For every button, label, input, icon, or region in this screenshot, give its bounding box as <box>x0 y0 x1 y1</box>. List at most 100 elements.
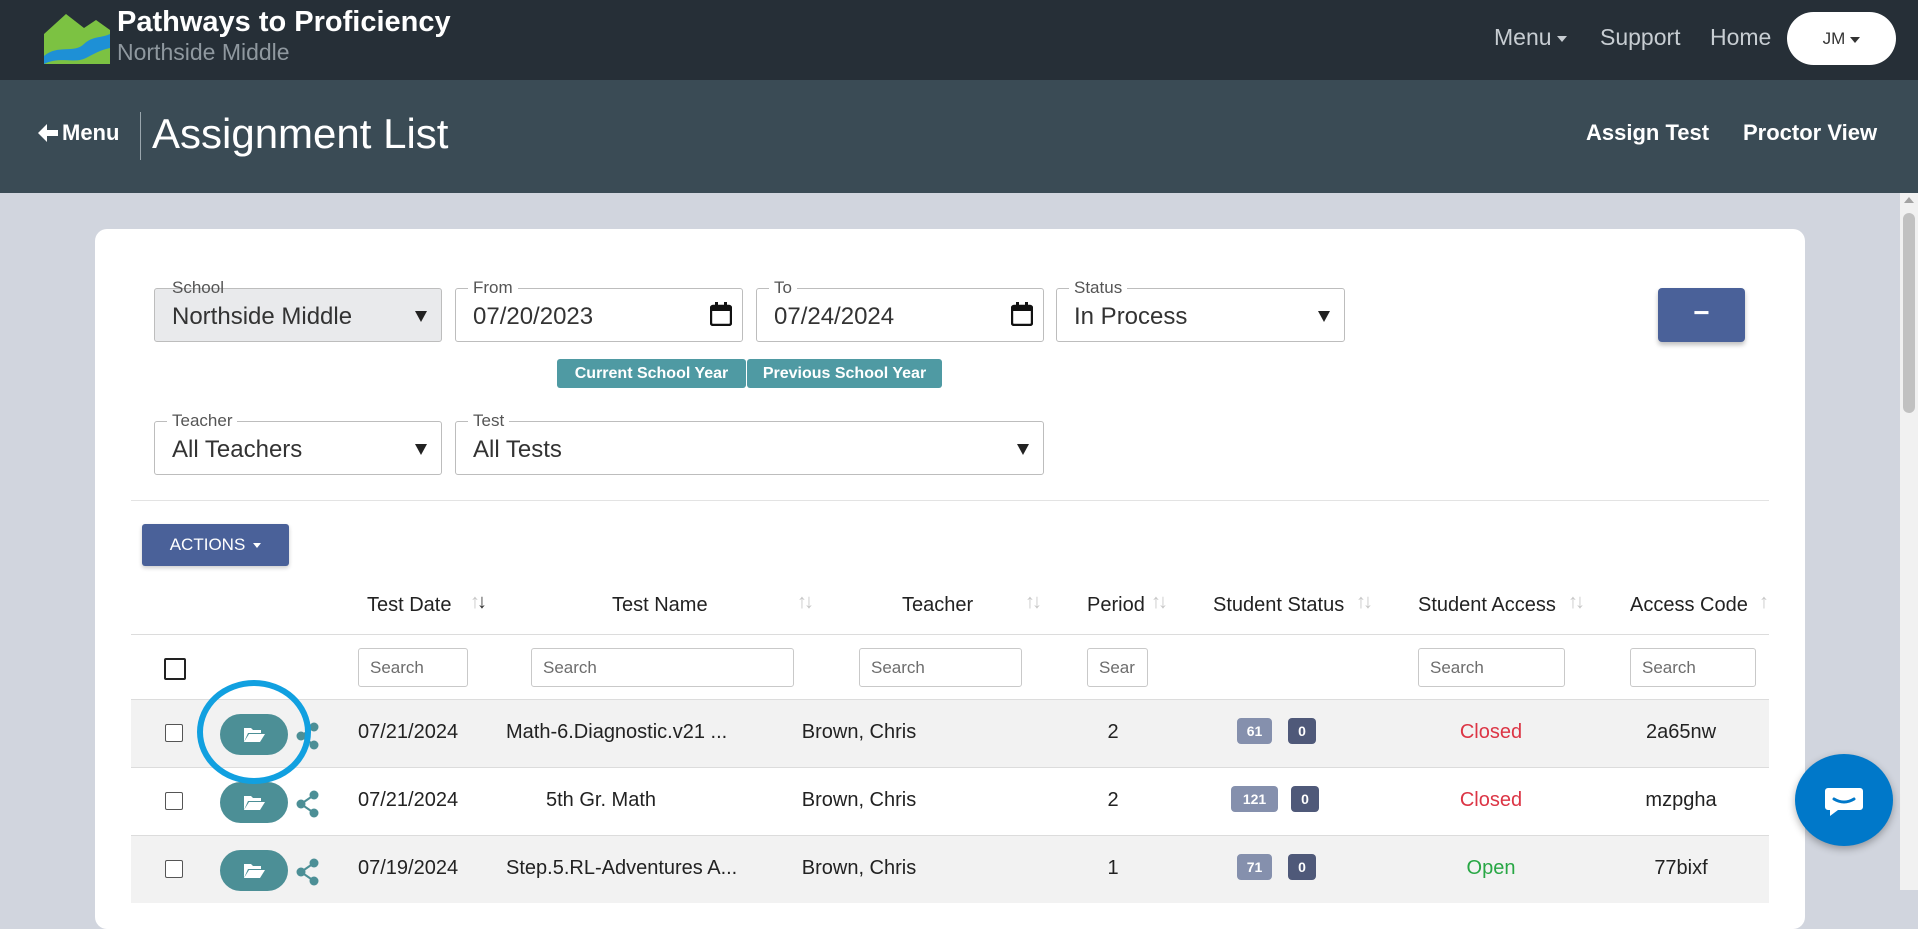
dropdown-arrow-icon <box>1318 311 1330 322</box>
from-value: 07/20/2023 <box>473 303 594 330</box>
student-count-badge[interactable]: 61 <box>1237 718 1272 744</box>
open-assignment-button[interactable] <box>220 850 288 891</box>
column-header-student-status[interactable]: Student Status <box>1213 594 1344 617</box>
column-header-period[interactable]: Period <box>1087 594 1145 617</box>
app-title[interactable]: Pathways to Proficiency <box>117 6 451 39</box>
period-cell: 2 <box>1107 721 1119 743</box>
caret-down-icon <box>1556 35 1567 42</box>
row-checkbox[interactable] <box>165 860 183 878</box>
sort-icon[interactable]: ↑↓ <box>1356 591 1373 614</box>
dropdown-arrow-icon <box>1017 444 1029 455</box>
header-divider <box>140 112 141 160</box>
status-select[interactable]: Status In Process <box>1056 279 1345 342</box>
page-title: Assignment List <box>152 110 449 157</box>
test-date-cell: 07/19/2024 <box>358 857 459 879</box>
calendar-icon[interactable] <box>1011 302 1033 326</box>
test-name-cell[interactable]: Math-6.Diagnostic.v21 ... <box>506 721 727 744</box>
test-value: All Tests <box>473 436 562 463</box>
sort-icon[interactable]: ↑↓ <box>797 591 814 614</box>
nav-menu-dropdown[interactable]: Menu <box>1494 24 1567 51</box>
open-assignment-button[interactable] <box>220 782 288 823</box>
student-flag-badge[interactable]: 0 <box>1291 786 1319 812</box>
collapse-filters-button[interactable]: − <box>1658 288 1745 342</box>
sort-icon[interactable]: ↑↓ <box>1151 591 1168 614</box>
column-header-test-date[interactable]: Test Date <box>367 594 451 617</box>
caret-down-icon <box>253 543 262 549</box>
actions-dropdown-button[interactable]: ACTIONS <box>142 524 289 566</box>
caret-down-icon <box>1850 36 1861 43</box>
table-row[interactable]: 07/21/2024 5th Gr. Math Brown, Chris 2 1… <box>131 767 1769 835</box>
back-menu-button[interactable]: Menu <box>38 120 119 146</box>
sort-icon[interactable]: ↑↓ <box>470 591 487 614</box>
row-checkbox[interactable] <box>165 792 183 810</box>
search-access-code-input[interactable]: Search <box>1630 648 1756 687</box>
search-teacher-input[interactable]: Search <box>859 648 1022 687</box>
student-flag-badge[interactable]: 0 <box>1288 854 1316 880</box>
column-header-access-code[interactable]: Access Code <box>1630 594 1748 617</box>
header-divider <box>131 634 1769 635</box>
sort-icon[interactable]: ↑↓ <box>1568 591 1585 614</box>
sort-icon[interactable]: ↑ <box>1759 591 1769 614</box>
search-test-date-input[interactable]: Search <box>358 648 468 687</box>
chat-launcher-button[interactable] <box>1795 754 1893 846</box>
test-select[interactable]: Test All Tests <box>455 412 1044 475</box>
table-row[interactable]: 07/21/2024 Math-6.Diagnostic.v21 ... Bro… <box>131 699 1769 767</box>
student-access-status[interactable]: Open <box>1441 857 1541 880</box>
scroll-up-arrow-icon[interactable] <box>1904 197 1914 203</box>
access-code-cell: mzpgha <box>1645 789 1717 811</box>
logo-icon[interactable] <box>44 14 110 64</box>
assign-test-link[interactable]: Assign Test <box>1586 120 1709 146</box>
arrow-left-icon <box>38 124 58 142</box>
top-navbar: Pathways to Proficiency Northside Middle… <box>0 0 1918 80</box>
period-cell: 1 <box>1107 857 1119 879</box>
student-flag-badge[interactable]: 0 <box>1288 718 1316 744</box>
back-menu-label: Menu <box>62 120 120 145</box>
test-name-cell[interactable]: Step.5.RL-Adventures A... <box>506 857 737 880</box>
from-label: From <box>468 279 518 297</box>
search-test-name-input[interactable]: Search <box>531 648 794 687</box>
select-all-checkbox[interactable] <box>164 658 186 680</box>
column-header-teacher[interactable]: Teacher <box>902 594 973 617</box>
teacher-select[interactable]: Teacher All Teachers <box>154 412 442 475</box>
nav-support-link[interactable]: Support <box>1600 24 1681 51</box>
access-code-cell: 2a65nw <box>1645 721 1717 743</box>
to-value: 07/24/2024 <box>774 303 895 330</box>
scrollbar-thumb[interactable] <box>1903 213 1915 413</box>
nav-home-link[interactable]: Home <box>1710 24 1771 51</box>
sort-icon[interactable]: ↑↓ <box>1025 591 1042 614</box>
school-name: Northside Middle <box>117 39 290 65</box>
user-menu-button[interactable]: JM <box>1787 12 1896 65</box>
folder-open-icon <box>244 796 265 810</box>
search-period-input[interactable]: Sear <box>1087 648 1148 687</box>
from-date-field[interactable]: From 07/20/2023 <box>455 279 743 342</box>
dropdown-arrow-icon <box>415 311 427 322</box>
teacher-cell: Brown, Chris <box>801 789 917 811</box>
table-row[interactable]: 07/19/2024 Step.5.RL-Adventures A... Bro… <box>131 835 1769 903</box>
search-student-access-input[interactable]: Search <box>1418 648 1565 687</box>
school-label: School <box>172 278 224 297</box>
calendar-icon[interactable] <box>710 302 732 326</box>
row-checkbox[interactable] <box>165 724 183 742</box>
test-name-cell[interactable]: 5th Gr. Math <box>506 789 696 812</box>
page-scrollbar[interactable] <box>1900 193 1918 890</box>
student-count-badge[interactable]: 71 <box>1237 854 1272 880</box>
to-date-field[interactable]: To 07/24/2024 <box>756 279 1044 342</box>
proctor-view-link[interactable]: Proctor View <box>1743 120 1877 146</box>
student-access-status[interactable]: Closed <box>1441 721 1541 744</box>
user-initials: JM <box>1822 29 1846 48</box>
teacher-cell: Brown, Chris <box>801 721 917 743</box>
student-count-badge[interactable]: 121 <box>1231 786 1278 812</box>
share-icon[interactable] <box>296 790 320 818</box>
student-access-status[interactable]: Closed <box>1441 789 1541 812</box>
column-header-test-name[interactable]: Test Name <box>612 594 708 617</box>
nav-menu-label: Menu <box>1494 24 1552 50</box>
page-header: Menu Assignment List Assign Test Proctor… <box>0 80 1918 193</box>
previous-school-year-button[interactable]: Previous School Year <box>747 359 942 388</box>
teacher-cell: Brown, Chris <box>801 857 917 879</box>
school-select[interactable]: School Northside Middle <box>154 279 442 342</box>
highlight-circle <box>197 680 311 784</box>
share-icon[interactable] <box>296 858 320 886</box>
teacher-value: All Teachers <box>172 436 303 463</box>
column-header-student-access[interactable]: Student Access <box>1418 594 1556 617</box>
current-school-year-button[interactable]: Current School Year <box>557 359 746 388</box>
